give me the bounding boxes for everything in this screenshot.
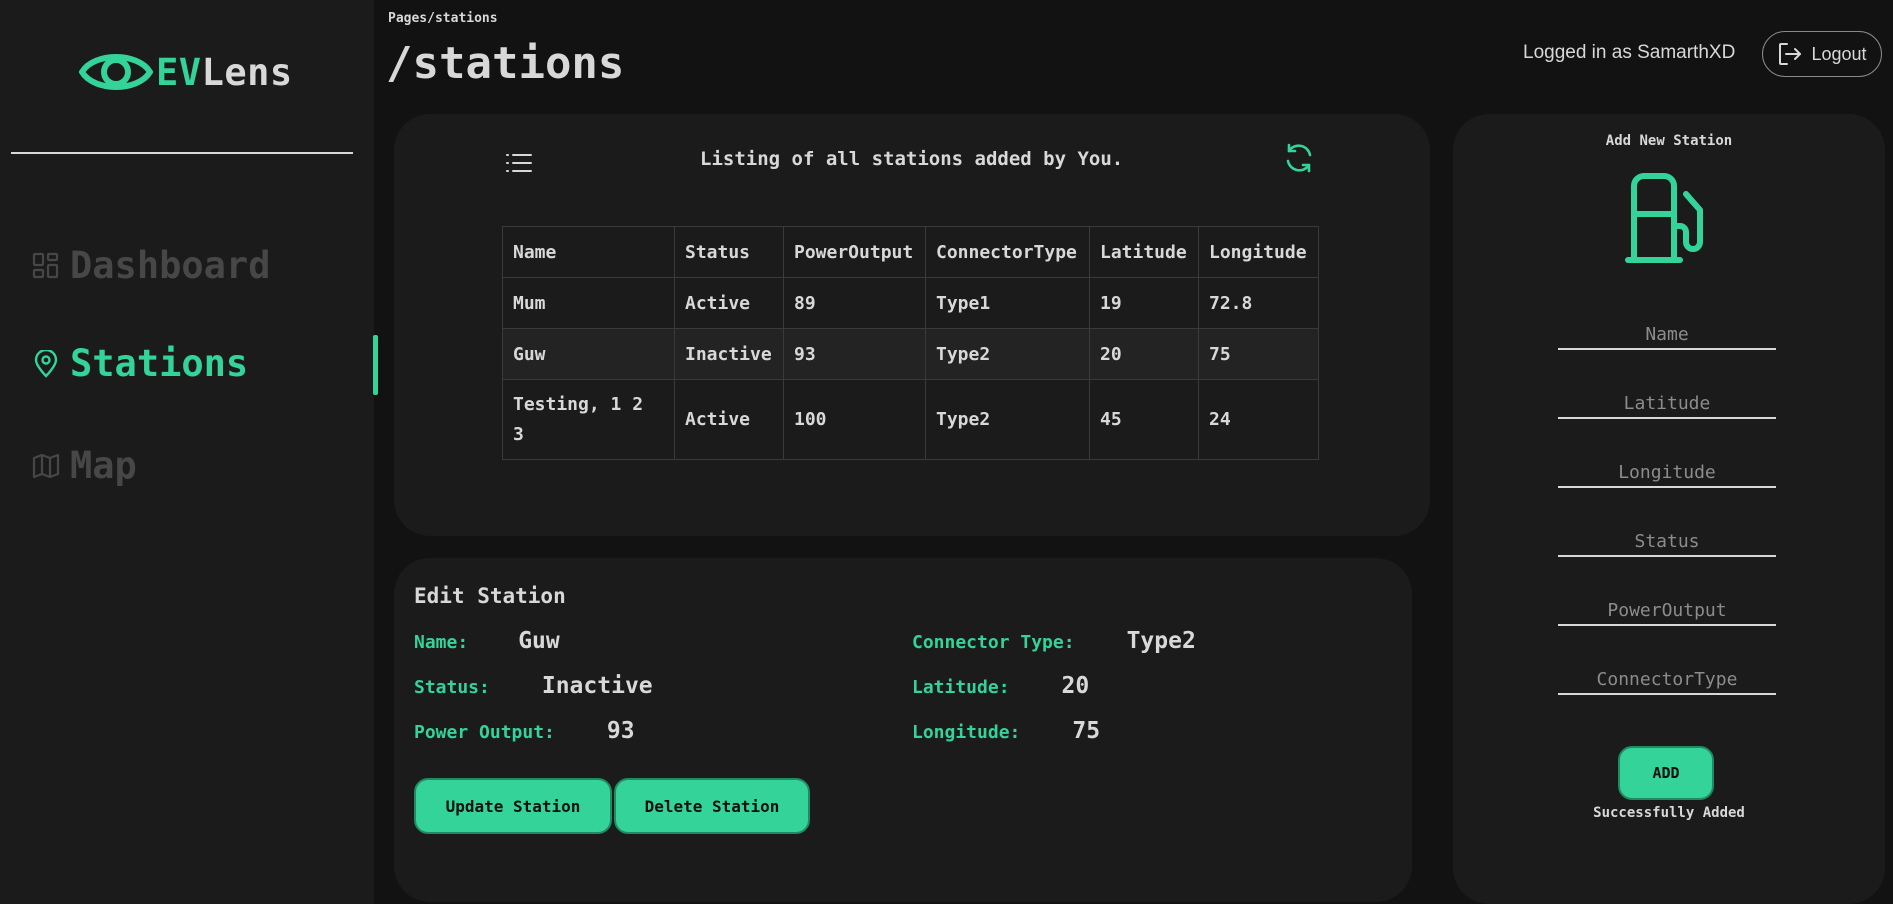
dashboard-icon (32, 252, 60, 280)
brand-ev-text: EV (156, 50, 202, 94)
page-title: /stations (386, 38, 625, 89)
cell-name: Mum (502, 277, 675, 329)
cell-poweroutput: 93 (783, 328, 926, 380)
table-row[interactable]: Mum Active 89 Type1 19 72.8 (502, 277, 1319, 329)
add-poweroutput-input[interactable] (1558, 596, 1776, 626)
list-icon[interactable] (504, 148, 534, 178)
cell-status: Inactive (674, 328, 784, 380)
edit-name-label: Name: (414, 632, 469, 653)
edit-status-label: Status: (414, 677, 490, 698)
edit-latitude-value: 20 (1061, 673, 1090, 699)
sidebar-item-stations[interactable]: Stations (32, 342, 248, 385)
cell-name: Testing, 1 2 3 (502, 379, 675, 460)
add-station-title: Add New Station (1605, 133, 1733, 149)
cell-poweroutput: 89 (783, 277, 926, 329)
sidebar-item-dashboard[interactable]: Dashboard (32, 244, 270, 287)
add-station-button[interactable]: ADD (1618, 746, 1714, 800)
cell-connectortype: Type2 (925, 379, 1090, 460)
active-nav-indicator (373, 335, 378, 395)
edit-station-card: Edit Station Name: Guw Status: Inactive … (394, 558, 1412, 902)
sidebar-item-dashboard-label: Dashboard (70, 244, 271, 287)
logout-button[interactable]: Logout (1762, 31, 1882, 77)
fuel-pump-icon (1625, 173, 1703, 263)
edit-station-title: Edit Station (414, 584, 566, 608)
edit-power-value: 93 (606, 718, 635, 744)
cell-connectortype: Type1 (925, 277, 1090, 329)
sidebar-item-map[interactable]: Map (32, 444, 137, 487)
stations-list-card: Listing of all stations added by You. Na… (394, 114, 1430, 536)
cell-poweroutput: 100 (783, 379, 926, 460)
edit-latitude-field: Latitude: 20 (912, 673, 1089, 699)
cell-latitude: 20 (1089, 328, 1199, 380)
delete-station-button[interactable]: Delete Station (614, 778, 810, 834)
brand-lens-text: Lens (201, 50, 293, 94)
column-header-connectortype: ConnectorType (925, 226, 1090, 278)
edit-connector-label: Connector Type: (912, 632, 1075, 653)
edit-latitude-label: Latitude: (912, 677, 1010, 698)
table-row[interactable]: Guw Inactive 93 Type2 20 75 (502, 328, 1319, 380)
edit-connector-value: Type2 (1126, 628, 1196, 654)
cell-status: Active (674, 277, 784, 329)
cell-longitude: 24 (1198, 379, 1319, 460)
sidebar-item-map-label: Map (70, 444, 137, 487)
cell-status: Active (674, 379, 784, 460)
stations-table: Name Status PowerOutput ConnectorType La… (502, 226, 1319, 460)
table-row[interactable]: Testing, 1 2 3 Active 100 Type2 45 24 (502, 379, 1319, 460)
table-header-row: Name Status PowerOutput ConnectorType La… (502, 226, 1319, 278)
add-status-input[interactable] (1558, 527, 1776, 557)
add-name-input[interactable] (1558, 320, 1776, 350)
edit-name-value: Guw (518, 628, 560, 654)
column-header-latitude: Latitude (1089, 226, 1199, 278)
cell-latitude: 45 (1089, 379, 1199, 460)
edit-longitude-label: Longitude: (912, 722, 1021, 743)
cell-longitude: 72.8 (1198, 277, 1319, 329)
edit-power-field: Power Output: 93 (414, 718, 635, 744)
breadcrumb: Pages/stations (388, 11, 498, 26)
edit-connector-field: Connector Type: Type2 (912, 628, 1196, 654)
cell-connectortype: Type2 (925, 328, 1090, 380)
logged-in-text: Logged in as SamarthXD (1523, 42, 1736, 63)
add-latitude-input[interactable] (1558, 389, 1776, 419)
column-header-longitude: Longitude (1198, 226, 1319, 278)
edit-longitude-field: Longitude: 75 (912, 718, 1100, 744)
edit-status-value: Inactive (541, 673, 653, 699)
cell-longitude: 75 (1198, 328, 1319, 380)
brand-logo[interactable]: EVLens (78, 44, 293, 100)
logout-label: Logout (1811, 43, 1867, 64)
logout-icon (1779, 43, 1802, 65)
sidebar-divider (11, 152, 353, 154)
edit-longitude-value: 75 (1072, 718, 1101, 744)
edit-power-label: Power Output: (414, 722, 555, 743)
column-header-status: Status (674, 226, 784, 278)
cell-name: Guw (502, 328, 675, 380)
eye-icon (79, 54, 153, 90)
refresh-icon[interactable] (1282, 141, 1316, 175)
map-pin-icon (32, 349, 60, 378)
column-header-name: Name (502, 226, 675, 278)
column-header-poweroutput: PowerOutput (783, 226, 926, 278)
update-station-button[interactable]: Update Station (414, 778, 612, 834)
listing-heading: Listing of all stations added by You. (700, 148, 1124, 170)
success-message: Successfully Added (1593, 805, 1745, 821)
edit-status-field: Status: Inactive (414, 673, 653, 699)
map-icon (32, 452, 60, 480)
sidebar: EVLens Dashboard Stations Map (0, 0, 374, 904)
edit-name-field: Name: Guw (414, 628, 560, 654)
sidebar-item-stations-label: Stations (70, 342, 249, 385)
add-station-card: Add New Station ADD Successfully Added (1453, 114, 1885, 904)
cell-latitude: 19 (1089, 277, 1199, 329)
add-longitude-input[interactable] (1558, 458, 1776, 488)
add-connectortype-input[interactable] (1558, 665, 1776, 695)
